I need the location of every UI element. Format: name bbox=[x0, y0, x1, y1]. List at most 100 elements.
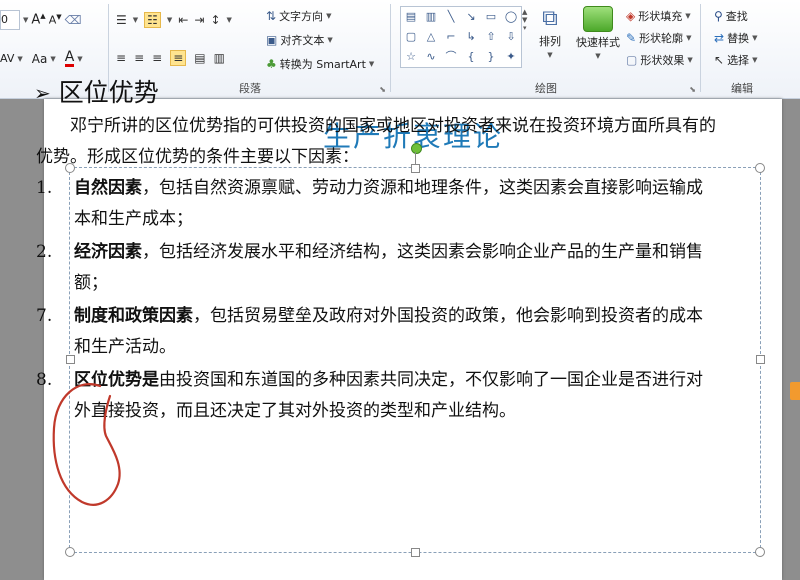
up-arrow-shape-icon[interactable]: ⇧ bbox=[481, 27, 501, 47]
font-size-box[interactable]: 0 bbox=[0, 10, 20, 30]
font-color-button[interactable]: A bbox=[64, 50, 75, 67]
text-direction-button[interactable]: ⇅ 文字方向 ▼ bbox=[266, 8, 331, 24]
list-body: 由投资国和东道国的多种因素共同决定，不仅影响了一国企业是否进行对外直接投资，而且… bbox=[74, 370, 703, 421]
side-tab-badge[interactable] bbox=[790, 382, 800, 400]
numbering-icon[interactable]: ☷ bbox=[144, 12, 161, 28]
list-body: ，包括经济发展水平和经济结构，这类因素会影响企业产品的生产量和销售额； bbox=[74, 242, 703, 293]
numbering-dropdown-icon[interactable]: ▼ bbox=[167, 16, 172, 24]
list-text: 自然因素，包括自然资源禀赋、劳动力资源和地理条件，这类因素会直接影响运输成本和生… bbox=[74, 173, 716, 235]
shape-effects-button[interactable]: ▢ 形状效果 ▼ bbox=[626, 52, 693, 68]
resize-handle-right[interactable] bbox=[756, 355, 765, 364]
text-direction-icon: ⇅ bbox=[266, 9, 277, 23]
align-right-icon[interactable]: ≡ bbox=[152, 51, 162, 65]
list-item: 7. 制度和政策因素，包括贸易壁垒及政府对外国投资的政策，他会影响到投资者的成本… bbox=[36, 301, 716, 363]
justify-icon[interactable]: ≡ bbox=[170, 50, 187, 66]
oval-shape-icon[interactable]: ◯ bbox=[501, 7, 521, 27]
shape-fill-button[interactable]: ◈ 形状填充 ▼ bbox=[626, 8, 691, 24]
align-text-button[interactable]: ▣ 对齐文本 ▼ bbox=[266, 32, 333, 48]
replace-icon: ⇄ bbox=[714, 31, 725, 45]
pen-icon: ✎ bbox=[626, 31, 637, 45]
replace-button[interactable]: ⇄ 替换 ▼ bbox=[714, 30, 757, 46]
columns-icon[interactable]: ▥ bbox=[214, 51, 225, 65]
gallery-more-icon[interactable]: ▾ bbox=[523, 24, 527, 32]
resize-handle-bottom-right[interactable] bbox=[755, 547, 765, 557]
list-text: 经济因素，包括经济发展水平和经济结构，这类因素会影响企业产品的生产量和销售额； bbox=[74, 237, 716, 299]
curve-shape-icon[interactable]: ∿ bbox=[421, 47, 441, 67]
font-size-dropdown-icon[interactable]: ▼ bbox=[23, 16, 28, 24]
resize-handle-bottom[interactable] bbox=[411, 548, 420, 557]
select-button[interactable]: ↖ 选择 ▼ bbox=[714, 52, 757, 68]
vtextbox-shape-icon[interactable]: ▥ bbox=[421, 7, 441, 27]
find-button[interactable]: ⚲ 查找 bbox=[714, 8, 748, 24]
smartart-icon: ♣ bbox=[266, 57, 277, 71]
arrange-icon: ⧉ bbox=[542, 6, 558, 31]
replace-dropdown-icon: ▼ bbox=[752, 34, 758, 42]
line-spacing-icon[interactable]: ↕ bbox=[210, 13, 220, 27]
decrease-indent-icon[interactable]: ⇤ bbox=[178, 13, 188, 27]
list-bold-term: 制度和政策因素 bbox=[74, 306, 193, 326]
align-center-icon[interactable]: ≡ bbox=[134, 51, 144, 65]
shape-effects-dropdown-icon: ▼ bbox=[687, 56, 693, 64]
resize-handle-top-right[interactable] bbox=[755, 163, 765, 173]
quick-styles-dropdown-icon: ▼ bbox=[595, 52, 601, 60]
line-spacing-dropdown-icon[interactable]: ▼ bbox=[227, 16, 232, 24]
elbow-shape-icon[interactable]: ↳ bbox=[461, 27, 481, 47]
star4-shape-icon[interactable]: ✦ bbox=[501, 47, 521, 67]
distributed-icon[interactable]: ▤ bbox=[194, 51, 205, 65]
effects-icon: ▢ bbox=[626, 53, 638, 67]
list-number: 7. bbox=[36, 306, 53, 326]
list-text: 区位优势是由投资国和东道国的多种因素共同决定，不仅影响了一国企业是否进行对外直接… bbox=[74, 365, 716, 427]
list-number: 2. bbox=[36, 242, 53, 262]
resize-handle-bottom-left[interactable] bbox=[65, 547, 75, 557]
align-text-dropdown-icon: ▼ bbox=[327, 36, 333, 44]
heading-text: 区位优势 bbox=[58, 78, 159, 107]
char-spacing-dropdown-icon[interactable]: ▼ bbox=[17, 55, 22, 63]
text-content[interactable]: ➢ 区位优势 邓宁所讲的区位优势指的可供投资的国家或地区对投资者来说在投资环境方… bbox=[34, 76, 716, 427]
textbox-shape-icon[interactable]: ▤ bbox=[401, 7, 421, 27]
convert-smartart-button[interactable]: ♣ 转换为 SmartArt ▼ bbox=[266, 56, 374, 72]
char-spacing-button[interactable]: AV bbox=[0, 52, 14, 65]
quick-styles-icon bbox=[583, 6, 613, 32]
down-arrow-shape-icon[interactable]: ⇩ bbox=[501, 27, 521, 47]
list-text: 制度和政策因素，包括贸易壁垒及政府对外国投资的政策，他会影响到投资者的成本和生产… bbox=[74, 301, 716, 363]
shapes-gallery[interactable]: ▤ ▥ ╲ ↘ ▭ ◯ ▢ △ ⌐ ↳ ⇧ ⇩ ☆ ∿ ⌒ { } ✦ bbox=[400, 6, 522, 68]
font-color-dropdown-icon[interactable]: ▼ bbox=[77, 55, 82, 63]
quick-styles-button[interactable]: 快速样式 ▼ bbox=[574, 6, 622, 60]
cursor-icon: ↖ bbox=[714, 53, 725, 67]
gallery-up-icon[interactable]: ▲ bbox=[522, 8, 527, 16]
line-shape-icon[interactable]: ╲ bbox=[441, 7, 461, 27]
increase-indent-icon[interactable]: ⇥ bbox=[194, 13, 204, 27]
list-item: 2. 经济因素，包括经济发展水平和经济结构，这类因素会影响企业产品的生产量和销售… bbox=[36, 237, 716, 299]
shrink-font-button[interactable]: A▼ bbox=[49, 13, 62, 27]
align-left-icon[interactable]: ≡ bbox=[116, 51, 126, 65]
brace-right-shape-icon[interactable]: } bbox=[481, 47, 501, 67]
arrow-bullet-icon: ➢ bbox=[34, 81, 51, 105]
list-item: 1. 自然因素，包括自然资源禀赋、劳动力资源和地理条件，这类因素会直接影响运输成… bbox=[36, 173, 716, 235]
list-bold-term: 自然因素 bbox=[74, 178, 142, 198]
change-case-button[interactable]: Aa bbox=[32, 52, 48, 66]
shape-outline-button[interactable]: ✎ 形状轮廓 ▼ bbox=[626, 30, 691, 46]
brace-left-shape-icon[interactable]: { bbox=[461, 47, 481, 67]
triangle-shape-icon[interactable]: △ bbox=[421, 27, 441, 47]
clear-format-icon[interactable]: ⌫ bbox=[65, 13, 82, 27]
paint-bucket-icon: ◈ bbox=[626, 9, 636, 23]
star-shape-icon[interactable]: ☆ bbox=[401, 47, 421, 67]
change-case-dropdown-icon[interactable]: ▼ bbox=[50, 55, 55, 63]
gallery-scroll[interactable]: ▲ ▼ ▾ bbox=[522, 8, 527, 32]
intro-paragraph: 邓宁所讲的区位优势指的可供投资的国家或地区对投资者来说在投资环境方面所具有的优势… bbox=[36, 116, 716, 167]
bullets-dropdown-icon[interactable]: ▼ bbox=[133, 16, 138, 24]
arrange-button[interactable]: ⧉ 排列 ▼ bbox=[536, 6, 564, 59]
arrow-shape-icon[interactable]: ↘ bbox=[461, 7, 481, 27]
arc-shape-icon[interactable]: ⌒ bbox=[441, 47, 461, 67]
rectangle-shape-icon[interactable]: ▭ bbox=[481, 7, 501, 27]
section-heading: ➢ 区位优势 bbox=[34, 76, 716, 110]
select-dropdown-icon: ▼ bbox=[752, 56, 758, 64]
bullets-icon[interactable]: ☰ bbox=[116, 13, 127, 27]
gallery-down-icon[interactable]: ▼ bbox=[522, 16, 527, 24]
rounded-rect-shape-icon[interactable]: ▢ bbox=[401, 27, 421, 47]
connector-shape-icon[interactable]: ⌐ bbox=[441, 27, 461, 47]
binoculars-icon: ⚲ bbox=[714, 9, 723, 23]
list-item: 8. 区位优势是由投资国和东道国的多种因素共同决定，不仅影响了一国企业是否进行对… bbox=[36, 365, 716, 427]
grow-font-button[interactable]: A▲ bbox=[31, 12, 45, 27]
red-annotation-circle bbox=[52, 383, 121, 506]
